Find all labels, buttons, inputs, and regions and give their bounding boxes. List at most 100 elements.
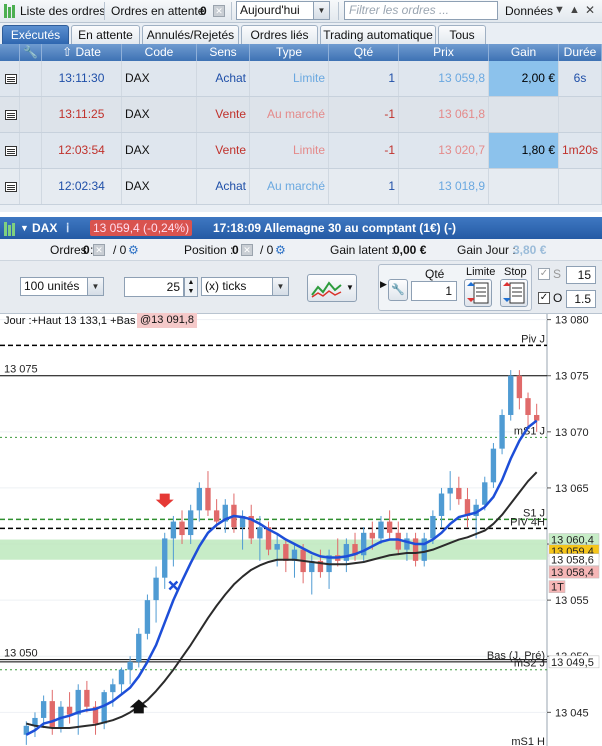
candle-body xyxy=(516,375,523,399)
column-duration[interactable]: Durée xyxy=(559,44,602,61)
row-spacer xyxy=(20,97,42,132)
ticks-unit-value: (x) ticks xyxy=(205,279,247,293)
close-pending-icon[interactable]: ✕ xyxy=(213,5,225,17)
chevron-down-icon[interactable]: ▼ xyxy=(313,2,329,19)
candle-body xyxy=(118,669,125,685)
wrench-icon[interactable]: 🔧 xyxy=(20,44,42,61)
tab-executes[interactable]: Exécutés xyxy=(2,25,69,44)
cell-duration xyxy=(559,97,602,132)
close-position-icon[interactable]: ✕ xyxy=(241,244,253,256)
limit-order-button[interactable] xyxy=(464,279,492,307)
cell-gain xyxy=(489,169,559,204)
legend-badge: @13 091,8 xyxy=(137,313,197,328)
candle-body xyxy=(179,521,185,536)
price-badge-label: 13 049,5 xyxy=(551,657,594,669)
column-qty[interactable]: Qté xyxy=(329,44,399,61)
price-chart[interactable]: Piv J13 075mS1 JS1 JPIV 4H13 050 Bas (J. … xyxy=(0,314,602,746)
orders-title: Liste des ordres xyxy=(20,4,106,18)
row-spacer xyxy=(20,169,42,204)
stop-order-button[interactable] xyxy=(500,279,528,307)
orders-linked: / 0 xyxy=(113,243,127,257)
details-icon[interactable] xyxy=(5,182,17,192)
o-checkbox[interactable]: ✓ xyxy=(538,292,550,304)
ticks-spinner-icon[interactable]: ▲ ▼ xyxy=(184,277,198,297)
tab-tous[interactable]: Tous xyxy=(438,25,486,44)
column-type[interactable]: Type xyxy=(250,44,329,61)
row-details-icon[interactable] xyxy=(0,61,20,96)
wrench-settings-button[interactable]: 🔧 xyxy=(388,279,408,301)
cell-code: DAX xyxy=(122,169,197,204)
y-tick-label: 13 070 xyxy=(555,427,589,439)
details-icon[interactable] xyxy=(5,74,17,84)
price-zone xyxy=(0,539,547,560)
details-icon[interactable] xyxy=(5,146,17,156)
cell-duration: 1m20s xyxy=(559,133,602,168)
gain-jour-value: 3,80 € xyxy=(513,243,547,257)
details-icon[interactable] xyxy=(5,110,17,120)
column-price[interactable]: Prix xyxy=(399,44,489,61)
app-grip-icon[interactable] xyxy=(4,221,16,236)
o-input[interactable]: 1.5 xyxy=(566,290,596,308)
stop-order-icon xyxy=(503,282,525,304)
linked-orders-gear-icon[interactable]: ⚙ xyxy=(128,239,139,261)
cell-qty: 1 xyxy=(329,169,399,204)
level-label: Piv J xyxy=(521,333,545,345)
y-tick-label: 13 045 xyxy=(555,707,589,719)
table-row[interactable]: 13:11:30 DAX Achat Limite 1 13 059,8 2,00 €6s xyxy=(0,61,602,97)
candle-body xyxy=(153,577,159,601)
orders-tabs: Exécutés En attente Annulés/Rejetés Ordr… xyxy=(0,24,602,44)
linked-position-gear-icon[interactable]: ⚙ xyxy=(275,239,286,261)
orders-grid-header: 🔧 ⇧ Date Code Sens Type Qté Prix Gain Du… xyxy=(0,44,602,61)
candle-body xyxy=(378,521,384,539)
cell-duration xyxy=(559,169,602,204)
app-grip-icon[interactable] xyxy=(4,4,16,18)
info-icon[interactable]: ⅰ xyxy=(66,217,69,239)
sort-arrow-icon: ⇧ xyxy=(62,45,76,59)
candle-body xyxy=(343,544,350,561)
cell-qty: -1 xyxy=(329,133,399,168)
instrument-menu-chevron-icon[interactable]: ▼ xyxy=(20,217,29,239)
row-details-icon[interactable] xyxy=(0,133,20,168)
chevron-down-icon[interactable]: ▼ xyxy=(346,283,354,292)
close-icon[interactable]: ✕ xyxy=(585,3,597,17)
donnees-menu[interactable]: Données xyxy=(505,0,553,22)
gain-latent-label: Gain latent : xyxy=(330,243,395,257)
o-label: O xyxy=(553,291,563,305)
row-details-icon[interactable] xyxy=(0,169,20,204)
pending-orders-label[interactable]: Ordres en attente xyxy=(111,0,204,22)
candle-body xyxy=(170,521,177,539)
s-checkbox[interactable]: ✓ xyxy=(538,268,550,280)
ticks-unit-select[interactable]: (x) ticks ▼ xyxy=(201,277,289,296)
filter-input[interactable]: Filtrer les ordres ... xyxy=(344,1,498,20)
instrument-name[interactable]: DAX xyxy=(32,217,57,239)
table-row[interactable]: 13:11:25 DAX Vente Au marché -1 13 061,8 xyxy=(0,97,602,133)
candle-body xyxy=(144,600,151,634)
row-details-icon[interactable] xyxy=(0,97,20,132)
expand-arrow-icon[interactable]: ▶ xyxy=(380,279,387,290)
indicator-chart-button[interactable]: ▼ xyxy=(307,274,357,302)
minimize-icon[interactable]: ▼ xyxy=(554,4,566,18)
position-label: Position : xyxy=(184,243,234,257)
s-input[interactable]: 15 xyxy=(566,266,596,284)
column-date[interactable]: ⇧ Date xyxy=(42,44,122,61)
tab-en-attente[interactable]: En attente xyxy=(71,25,140,44)
units-select[interactable]: 100 unités ▼ xyxy=(20,277,104,296)
close-orders-icon[interactable]: ✕ xyxy=(93,244,105,256)
column-code[interactable]: Code xyxy=(122,44,197,61)
chevron-down-icon[interactable]: ▼ xyxy=(272,278,288,295)
chevron-down-icon[interactable]: ▼ xyxy=(87,278,103,295)
maximize-icon[interactable]: ▲ xyxy=(569,4,581,18)
table-row[interactable]: 12:02:34 DAX Achat Au marché 1 13 018,9 xyxy=(0,169,602,205)
period-select[interactable]: Aujourd'hui ▼ xyxy=(236,1,330,20)
column-sens[interactable]: Sens xyxy=(197,44,250,61)
tab-trading-automatique[interactable]: Trading automatique xyxy=(320,25,436,44)
column-gain[interactable]: Gain xyxy=(489,44,559,61)
tab-ordres-lies[interactable]: Ordres liés xyxy=(241,25,318,44)
tab-annules-rejetes[interactable]: Annulés/Rejetés xyxy=(142,25,239,44)
ticks-input[interactable]: 25 xyxy=(124,277,184,297)
cell-gain: 2,00 € xyxy=(489,61,559,96)
candle-body xyxy=(66,706,73,715)
qty-input[interactable]: 1 xyxy=(411,281,457,301)
cell-price: 13 020,7 xyxy=(399,133,489,168)
table-row[interactable]: 12:03:54 DAX Vente Limite -1 13 020,7 1,80 €1m… xyxy=(0,133,602,169)
